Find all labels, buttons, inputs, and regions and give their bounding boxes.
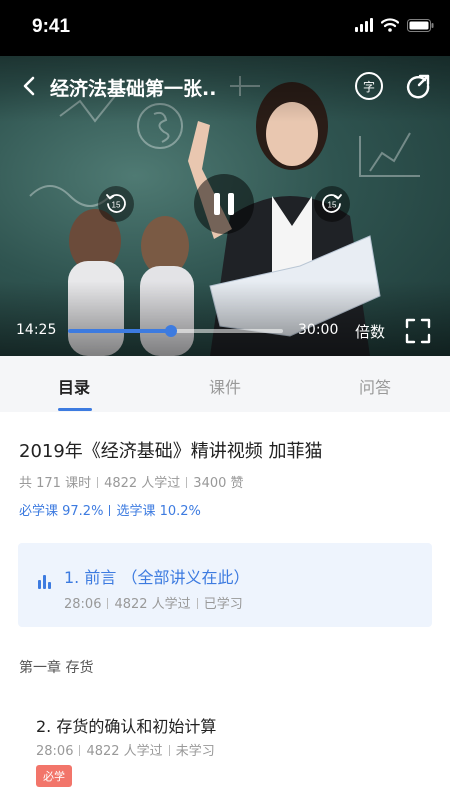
divider — [97, 477, 99, 488]
speed-button[interactable]: 倍数 — [355, 321, 385, 342]
lessons-count: 共 171 课时 — [19, 476, 92, 491]
back-icon[interactable] — [16, 72, 44, 100]
wifi-icon — [381, 18, 399, 32]
divider — [109, 505, 111, 516]
progress-bar[interactable] — [68, 325, 283, 337]
subtitle-icon[interactable]: 字 — [355, 72, 383, 100]
tab-catalog[interactable]: 目录 — [58, 374, 90, 398]
divider — [186, 477, 188, 488]
rewind-15-icon: 15 — [106, 194, 126, 213]
status-bar: 9:41 — [0, 0, 450, 56]
tab-bar: 目录 课件 问答 — [0, 356, 450, 412]
required-progress: 必学课 97.2% — [19, 504, 104, 519]
pause-icon-bar-right — [228, 193, 234, 215]
chapter-title: 第一章 存货 — [19, 660, 94, 676]
current-lesson-title: 1. 前言 （全部讲义在此） — [64, 568, 250, 587]
total-time: 30:00 — [298, 322, 339, 338]
battery-icon — [407, 18, 434, 32]
fullscreen-icon[interactable] — [405, 318, 431, 344]
elective-progress: 选学课 10.2% — [116, 504, 201, 519]
lesson-title[interactable]: 2. 存货的确认和初始计算 — [36, 713, 216, 737]
lesson-status: 未学习 — [175, 744, 215, 759]
course-stats: 共 171 课时 4822 人学过 3400 赞 — [19, 472, 244, 491]
learners-count: 4822 人学过 — [104, 476, 181, 491]
now-playing-icon — [38, 575, 51, 589]
divider — [168, 745, 170, 756]
likes-count: 3400 赞 — [193, 476, 244, 491]
lesson-status: 已学习 — [203, 597, 243, 612]
lesson-meta: 28:06 4822 人学过 未学习 — [36, 740, 215, 759]
rewind-15-button[interactable]: 15 — [98, 186, 134, 222]
status-icons — [355, 18, 434, 32]
progress-fill — [68, 329, 172, 333]
lesson-duration: 28:06 — [36, 744, 74, 759]
forward-seconds: 15 — [328, 201, 337, 210]
video-title: 经济法基础第一张.. — [50, 78, 217, 100]
forward-15-button[interactable]: 15 — [314, 186, 350, 222]
lesson-learners: 4822 人学过 — [114, 597, 191, 612]
current-lesson-meta: 28:06 4822 人学过 已学习 — [64, 593, 243, 612]
pause-button[interactable] — [194, 174, 254, 234]
required-badge: 必学 — [36, 765, 72, 787]
course-title: 2019年《经济基础》精讲视频 加菲猫 — [19, 441, 323, 462]
status-time: 9:41 — [32, 16, 71, 37]
video-player[interactable]: 经济法基础第一张.. 字 15 15 14:25 30:00 倍数 — [0, 56, 450, 356]
lesson-learners: 4822 人学过 — [86, 744, 163, 759]
course-progress: 必学课 97.2% 选学课 10.2% — [19, 500, 201, 519]
current-time: 14:25 — [16, 322, 57, 338]
tab-qa[interactable]: 问答 — [359, 374, 391, 398]
divider — [196, 598, 198, 609]
forward-15-icon: 15 — [322, 194, 342, 213]
divider — [79, 745, 81, 756]
cellular-signal-icon — [355, 18, 373, 32]
tab-courseware[interactable]: 课件 — [209, 374, 241, 398]
divider — [107, 598, 109, 609]
rewind-seconds: 15 — [112, 201, 121, 210]
lesson-duration: 28:06 — [64, 597, 102, 612]
share-icon[interactable] — [403, 71, 433, 101]
tab-active-indicator — [58, 408, 92, 411]
current-lesson-card[interactable]: 1. 前言 （全部讲义在此） 28:06 4822 人学过 已学习 — [18, 543, 432, 627]
pause-icon-bar-left — [214, 193, 220, 215]
